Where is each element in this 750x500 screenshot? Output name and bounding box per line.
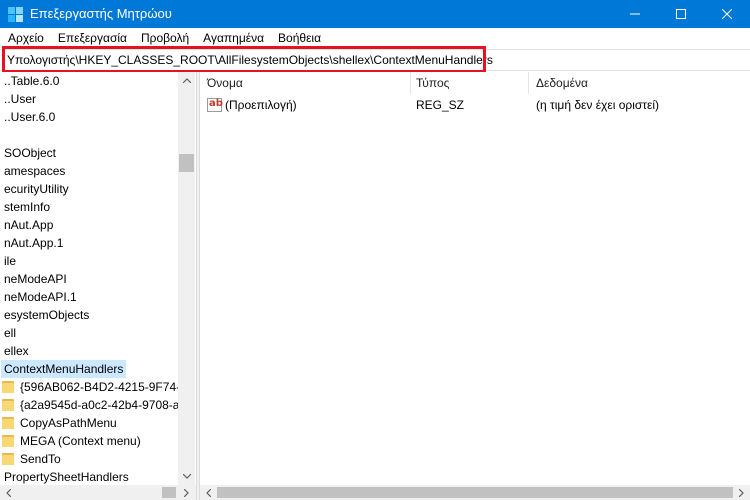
tree-item-label: ecurityUtility bbox=[4, 182, 69, 196]
tree-item[interactable]: ..User bbox=[0, 90, 178, 108]
window-title: Επεξεργαστής Μητρώου bbox=[30, 6, 172, 21]
tree-item-label: nAut.App.1 bbox=[4, 236, 64, 250]
maximize-icon bbox=[676, 9, 686, 19]
scroll-left-arrow-icon[interactable] bbox=[0, 485, 17, 500]
tree-item[interactable]: SendTo bbox=[0, 450, 178, 468]
folder-icon bbox=[2, 380, 14, 393]
values-horizontal-scrollbar[interactable] bbox=[200, 485, 750, 500]
tree-item[interactable]: CopyAsPathMenu bbox=[0, 414, 178, 432]
tree-item-label: neModeAPI.1 bbox=[4, 290, 77, 304]
tree-item-label: ile bbox=[4, 254, 17, 268]
tree-item[interactable] bbox=[0, 126, 178, 144]
tree-item[interactable]: esystemObjects bbox=[0, 306, 178, 324]
tree-item-label: esystemObjects bbox=[4, 308, 90, 322]
tree-item[interactable]: ContextMenuHandlers bbox=[0, 360, 178, 378]
folder-icon bbox=[2, 416, 14, 429]
tree-item[interactable]: nAut.App bbox=[0, 216, 178, 234]
column-header-name[interactable]: Όνομα bbox=[207, 72, 243, 94]
tree-item[interactable]: {a2a9545d-a0c2-42b4-9708-a0 bbox=[0, 396, 186, 414]
scroll-up-arrow-icon[interactable] bbox=[178, 72, 195, 89]
scroll-left-arrow-icon[interactable] bbox=[200, 485, 217, 500]
tree-item-label: ..User.6.0 bbox=[4, 110, 56, 124]
key-tree: ..Table.6.0 ..User ..User.6.0 SOObject amesp… bbox=[0, 72, 196, 485]
tree-item-label: {596AB062-B4D2-4215-9F74-E bbox=[20, 380, 189, 394]
scroll-down-arrow-icon[interactable] bbox=[178, 468, 195, 485]
close-icon bbox=[722, 9, 732, 19]
column-divider[interactable] bbox=[528, 72, 529, 94]
tree-item-label: nAut.App bbox=[4, 218, 54, 232]
tree-item[interactable]: {596AB062-B4D2-4215-9F74-E bbox=[0, 378, 188, 396]
close-button[interactable] bbox=[704, 0, 750, 28]
folder-icon bbox=[2, 398, 14, 411]
tree-item[interactable]: neModeAPI bbox=[0, 270, 178, 288]
tree-item-label: ..Table.6.0 bbox=[4, 74, 60, 88]
tree-scroll-thumb[interactable] bbox=[179, 154, 194, 172]
tree-hscroll-thumb[interactable] bbox=[162, 487, 176, 498]
tree-item-label: ellex bbox=[4, 344, 29, 358]
title-bar: Επεξεργαστής Μητρώου bbox=[0, 0, 750, 28]
tree-item[interactable]: ..User.6.0 bbox=[0, 108, 178, 126]
tree-item[interactable]: neModeAPI.1 bbox=[0, 288, 178, 306]
folder-icon bbox=[2, 452, 14, 465]
tree-item-label: PropertySheetHandlers bbox=[4, 470, 129, 484]
scroll-right-arrow-icon[interactable] bbox=[733, 485, 750, 500]
tree-item-label: ell bbox=[4, 326, 17, 340]
value-data: (η τιμή δεν έχει οριστεί) bbox=[536, 98, 660, 112]
column-header-type[interactable]: Τύπος bbox=[416, 72, 449, 94]
value-row[interactable]: ab (Προεπιλογή) REG_SZ (η τιμή δεν έχει … bbox=[200, 96, 750, 114]
tree-item-label: stemInfo bbox=[4, 200, 51, 214]
maximize-button[interactable] bbox=[658, 0, 704, 28]
tree-item[interactable]: ..Table.6.0 bbox=[0, 72, 178, 90]
tree-item[interactable]: ell bbox=[0, 324, 178, 342]
values-pane: Όνομα Τύπος Δεδομένα ab (Προεπιλογή) REG… bbox=[200, 72, 750, 500]
string-value-icon: ab bbox=[207, 98, 223, 112]
tree-item-label: SendTo bbox=[20, 452, 61, 466]
registry-app-icon bbox=[8, 7, 23, 22]
tree-item-label: amespaces bbox=[4, 164, 66, 178]
column-divider[interactable] bbox=[410, 72, 411, 94]
value-type: REG_SZ bbox=[416, 98, 465, 112]
tree-vertical-scrollbar[interactable] bbox=[178, 72, 195, 485]
tree-item-label: SOObject bbox=[4, 146, 57, 160]
folder-icon bbox=[2, 434, 14, 447]
value-name: (Προεπιλογή) bbox=[225, 98, 297, 112]
tree-item[interactable]: amespaces bbox=[0, 162, 178, 180]
tree-item[interactable]: stemInfo bbox=[0, 198, 178, 216]
tree-item[interactable]: SOObject bbox=[0, 144, 178, 162]
tree-item[interactable]: PropertySheetHandlers bbox=[0, 468, 178, 485]
values-hscroll-thumb[interactable] bbox=[217, 487, 733, 498]
column-header-data[interactable]: Δεδομένα bbox=[536, 72, 588, 94]
tree-item-label: ContextMenuHandlers bbox=[1, 360, 127, 378]
tree-item[interactable]: nAut.App.1 bbox=[0, 234, 178, 252]
tree-item-label: ..User bbox=[4, 92, 37, 106]
tree-item[interactable]: ecurityUtility bbox=[0, 180, 178, 198]
address-highlight-box bbox=[2, 46, 486, 73]
tree-item-label: CopyAsPathMenu bbox=[20, 416, 117, 430]
tree-item[interactable]: ile bbox=[0, 252, 178, 270]
tree-item-label: MEGA (Context menu) bbox=[20, 434, 141, 448]
minimize-button[interactable] bbox=[612, 0, 658, 28]
tree-item-label: {a2a9545d-a0c2-42b4-9708-a0 bbox=[20, 398, 187, 412]
scroll-right-arrow-icon[interactable] bbox=[178, 485, 195, 500]
minimize-icon bbox=[630, 13, 640, 15]
tree-item[interactable]: MEGA (Context menu) bbox=[0, 432, 178, 450]
tree-horizontal-scrollbar[interactable] bbox=[0, 485, 196, 500]
tree-item-label: neModeAPI bbox=[4, 272, 67, 286]
tree-item[interactable]: ellex bbox=[0, 342, 178, 360]
